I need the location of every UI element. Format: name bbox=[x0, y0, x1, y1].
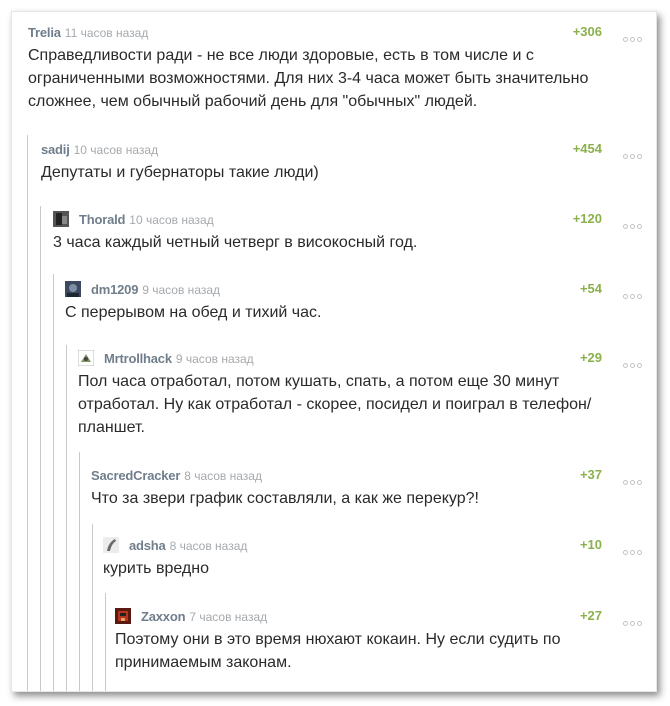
more-options-icon[interactable] bbox=[621, 286, 642, 304]
comment-text: Что за звери график составляли, а как же… bbox=[91, 490, 479, 507]
comment-author[interactable]: Trelia bbox=[28, 25, 61, 40]
comment-text: Справедливости ради - не все люди здоров… bbox=[28, 47, 589, 110]
comment-author[interactable]: SacredCracker bbox=[91, 468, 180, 483]
comment-time[interactable]: 7 часов назад bbox=[189, 610, 267, 624]
more-options-icon[interactable] bbox=[621, 355, 642, 373]
comment: Mrtrollhack 9 часов назад +29 Пол часа от… bbox=[77, 349, 642, 439]
comment-rating: +27 bbox=[579, 608, 602, 623]
thread-line[interactable] bbox=[105, 593, 106, 691]
more-options-icon[interactable] bbox=[621, 146, 642, 164]
thread-line[interactable] bbox=[92, 524, 93, 691]
more-options-icon[interactable] bbox=[621, 216, 642, 234]
comment-author[interactable]: dm1209 bbox=[91, 282, 138, 297]
comment-rating: +120 bbox=[572, 211, 602, 226]
comment-rating: +37 bbox=[579, 467, 602, 482]
comment-author[interactable]: sadij bbox=[41, 142, 70, 157]
comment: Thorald 10 часов назад +120 3 часа каждый… bbox=[53, 211, 642, 254]
comment-author[interactable]: Zaxxon bbox=[141, 609, 186, 624]
comment-text: 3 часа каждый четный четверг в високосны… bbox=[53, 234, 418, 251]
comment-header: sadij 10 часов назад +454 bbox=[41, 141, 642, 161]
thread-line[interactable] bbox=[79, 452, 80, 691]
thread-line[interactable] bbox=[66, 345, 67, 691]
comment-time[interactable]: 9 часов назад bbox=[142, 283, 220, 297]
comment-header: Mrtrollhack 9 часов назад +29 bbox=[77, 349, 642, 373]
thread-line[interactable] bbox=[53, 274, 54, 691]
comment-rating: +454 bbox=[572, 141, 602, 156]
comment: sadij 10 часов назад +454 Депутаты и губе… bbox=[41, 141, 642, 184]
comment-header: Zaxxon 7 часов назад +27 bbox=[115, 608, 642, 628]
comment-header: Trelia 11 часов назад +306 bbox=[28, 24, 642, 44]
comment-header: adsha 8 часов назад +10 bbox=[103, 537, 642, 557]
more-options-icon[interactable] bbox=[621, 613, 642, 631]
comment: SacredCracker 8 часов назад +37 Что за зв… bbox=[91, 467, 642, 510]
more-options-icon[interactable] bbox=[621, 542, 642, 560]
avatar[interactable] bbox=[103, 537, 119, 553]
comment-rating: +306 bbox=[572, 24, 602, 39]
comment-author[interactable]: adsha bbox=[129, 538, 166, 553]
comments-panel: Trelia 11 часов назад +306 Справедливости… bbox=[11, 11, 657, 692]
comment-text: Пол часа отработал, потом кушать, спать,… bbox=[78, 373, 592, 436]
comment-text: С перерывом на обед и тихий час. bbox=[65, 304, 322, 321]
comment-author[interactable]: Thorald bbox=[79, 212, 125, 227]
comment-author[interactable]: Mrtrollhack bbox=[104, 351, 172, 366]
more-options-icon[interactable] bbox=[621, 29, 642, 47]
avatar[interactable] bbox=[77, 349, 95, 367]
avatar[interactable] bbox=[115, 608, 131, 624]
comment-time[interactable]: 10 часов назад bbox=[129, 213, 213, 227]
thread-line[interactable] bbox=[40, 206, 41, 691]
avatar[interactable] bbox=[53, 211, 69, 227]
comment-text: Депутаты и губернаторы такие люди) bbox=[41, 164, 319, 181]
avatar[interactable] bbox=[65, 281, 81, 297]
comment-time[interactable]: 8 часов назад bbox=[170, 539, 248, 553]
comment-time[interactable]: 8 часов назад bbox=[184, 469, 262, 483]
comment: Zaxxon 7 часов назад +27 Поэтому они в эт… bbox=[115, 608, 642, 674]
comment: adsha 8 часов назад +10 курить вредно bbox=[103, 537, 642, 580]
comment-text: курить вредно bbox=[103, 560, 209, 577]
comment-header: SacredCracker 8 часов назад +37 bbox=[91, 467, 642, 487]
comment-header: Thorald 10 часов назад +120 bbox=[53, 211, 642, 231]
comment: dm1209 9 часов назад +54 С перерывом на о… bbox=[65, 281, 642, 324]
comment-rating: +29 bbox=[579, 350, 602, 365]
comment-rating: +54 bbox=[579, 281, 602, 296]
comment-time[interactable]: 10 часов назад bbox=[74, 143, 158, 157]
comment-rating: +10 bbox=[579, 537, 602, 552]
thread-line[interactable] bbox=[27, 135, 28, 691]
comment-header: dm1209 9 часов назад +54 bbox=[65, 281, 642, 301]
comment: Trelia 11 часов назад +306 Справедливости… bbox=[28, 24, 642, 113]
comment-time[interactable]: 9 часов назад bbox=[176, 352, 254, 366]
comment-text: Поэтому они в это время нюхают кокаин. Н… bbox=[115, 631, 561, 671]
comment-time[interactable]: 11 часов назад bbox=[65, 26, 149, 40]
more-options-icon[interactable] bbox=[621, 472, 642, 490]
